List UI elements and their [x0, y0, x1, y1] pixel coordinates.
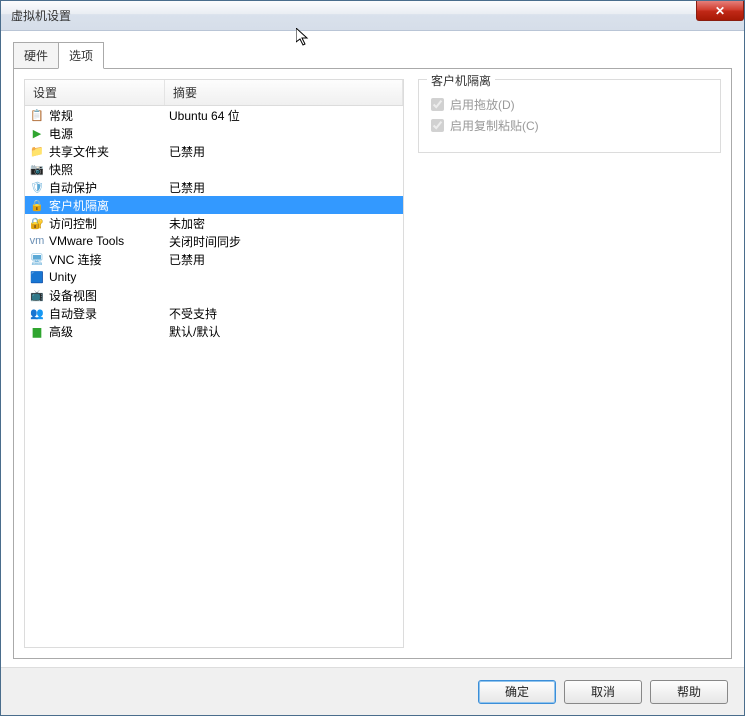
row-access-control-summary: 未加密 [169, 215, 399, 232]
guest-isolation-group: 客户机隔离 启用拖放(D) 启用复制粘贴(C) [418, 79, 721, 153]
row-snapshots-label: 快照 [49, 161, 169, 178]
row-access-control-icon: 🔐 [29, 215, 45, 231]
list-header: 设置 摘要 [25, 80, 403, 106]
row-vmware-tools-label: VMware Tools [49, 234, 169, 248]
row-autoprotect[interactable]: 🛡自动保护已禁用 [25, 178, 403, 196]
row-snapshots[interactable]: 📷快照 [25, 160, 403, 178]
enable-copy-label: 启用复制粘贴(C) [450, 117, 539, 134]
settings-window: 虚拟机设置 ✕ 硬件 选项 设置 摘要 📋常规Ubuntu 64 位▶电源📁共享… [0, 0, 745, 716]
row-power[interactable]: ▶电源 [25, 124, 403, 142]
enable-drag-label: 启用拖放(D) [450, 96, 515, 113]
enable-drag-checkbox[interactable] [431, 98, 444, 111]
col-header-setting[interactable]: 设置 [25, 80, 165, 105]
row-unity-label: Unity [49, 270, 169, 284]
row-access-control-label: 访问控制 [49, 215, 169, 232]
close-button[interactable]: ✕ [696, 1, 744, 21]
row-vmware-tools-icon: vm [29, 233, 45, 249]
row-guest-isolation-icon: 🔒 [29, 197, 45, 213]
row-guest-isolation-label: 客户机隔离 [49, 197, 169, 214]
row-autoprotect-summary: 已禁用 [169, 179, 399, 196]
tabs: 硬件 选项 [1, 31, 744, 68]
enable-copy-checkbox[interactable] [431, 119, 444, 132]
row-autologon-summary: 不受支持 [169, 305, 399, 322]
row-general-summary: Ubuntu 64 位 [169, 107, 399, 124]
row-power-label: 电源 [49, 125, 169, 142]
enable-copy-row[interactable]: 启用复制粘贴(C) [431, 117, 708, 134]
content-pane: 设置 摘要 📋常规Ubuntu 64 位▶电源📁共享文件夹已禁用📷快照🛡自动保护… [13, 68, 732, 659]
row-power-icon: ▶ [29, 125, 45, 141]
row-vmware-tools[interactable]: vm VMware Tools关闭时间同步 [25, 232, 403, 250]
row-shared-folders-summary: 已禁用 [169, 143, 399, 160]
settings-list: 设置 摘要 📋常规Ubuntu 64 位▶电源📁共享文件夹已禁用📷快照🛡自动保护… [24, 79, 404, 648]
row-autologon-label: 自动登录 [49, 305, 169, 322]
detail-panel: 客户机隔离 启用拖放(D) 启用复制粘贴(C) [418, 79, 721, 648]
row-unity-icon: 🟦 [29, 269, 45, 285]
row-autologon-icon: 👥 [29, 305, 45, 321]
row-unity[interactable]: 🟦 Unity [25, 268, 403, 286]
group-title: 客户机隔离 [427, 72, 495, 89]
row-advanced[interactable]: ▆高级默认/默认 [25, 322, 403, 340]
row-access-control[interactable]: 🔐访问控制未加密 [25, 214, 403, 232]
row-advanced-label: 高级 [49, 323, 169, 340]
row-device-view[interactable]: 📺设备视图 [25, 286, 403, 304]
row-advanced-icon: ▆ [29, 323, 45, 339]
row-vnc-label: VNC 连接 [49, 251, 169, 268]
window-title: 虚拟机设置 [11, 7, 71, 24]
row-autoprotect-label: 自动保护 [49, 179, 169, 196]
row-autoprotect-icon: 🛡 [29, 179, 45, 195]
row-shared-folders-icon: 📁 [29, 143, 45, 159]
row-general-icon: 📋 [29, 107, 45, 123]
row-device-view-icon: 📺 [29, 287, 45, 303]
list-body: 📋常规Ubuntu 64 位▶电源📁共享文件夹已禁用📷快照🛡自动保护已禁用🔒客户… [25, 106, 403, 647]
footer: 确定 取消 帮助 [1, 667, 744, 715]
enable-drag-row[interactable]: 启用拖放(D) [431, 96, 708, 113]
row-vnc[interactable]: 🖥VNC 连接已禁用 [25, 250, 403, 268]
row-vnc-summary: 已禁用 [169, 251, 399, 268]
col-header-summary[interactable]: 摘要 [165, 80, 403, 105]
tab-options[interactable]: 选项 [58, 42, 104, 69]
row-shared-folders[interactable]: 📁共享文件夹已禁用 [25, 142, 403, 160]
row-autologon[interactable]: 👥自动登录不受支持 [25, 304, 403, 322]
close-icon: ✕ [715, 4, 725, 18]
row-vnc-icon: 🖥 [29, 251, 45, 267]
row-shared-folders-label: 共享文件夹 [49, 143, 169, 160]
titlebar[interactable]: 虚拟机设置 ✕ [1, 1, 744, 31]
row-general-label: 常规 [49, 107, 169, 124]
ok-button[interactable]: 确定 [478, 680, 556, 704]
tab-hardware[interactable]: 硬件 [13, 42, 59, 69]
row-advanced-summary: 默认/默认 [169, 323, 399, 340]
row-general[interactable]: 📋常规Ubuntu 64 位 [25, 106, 403, 124]
cancel-button[interactable]: 取消 [564, 680, 642, 704]
row-guest-isolation[interactable]: 🔒客户机隔离 [25, 196, 403, 214]
row-snapshots-icon: 📷 [29, 161, 45, 177]
row-device-view-label: 设备视图 [49, 287, 169, 304]
help-button[interactable]: 帮助 [650, 680, 728, 704]
row-vmware-tools-summary: 关闭时间同步 [169, 233, 399, 250]
